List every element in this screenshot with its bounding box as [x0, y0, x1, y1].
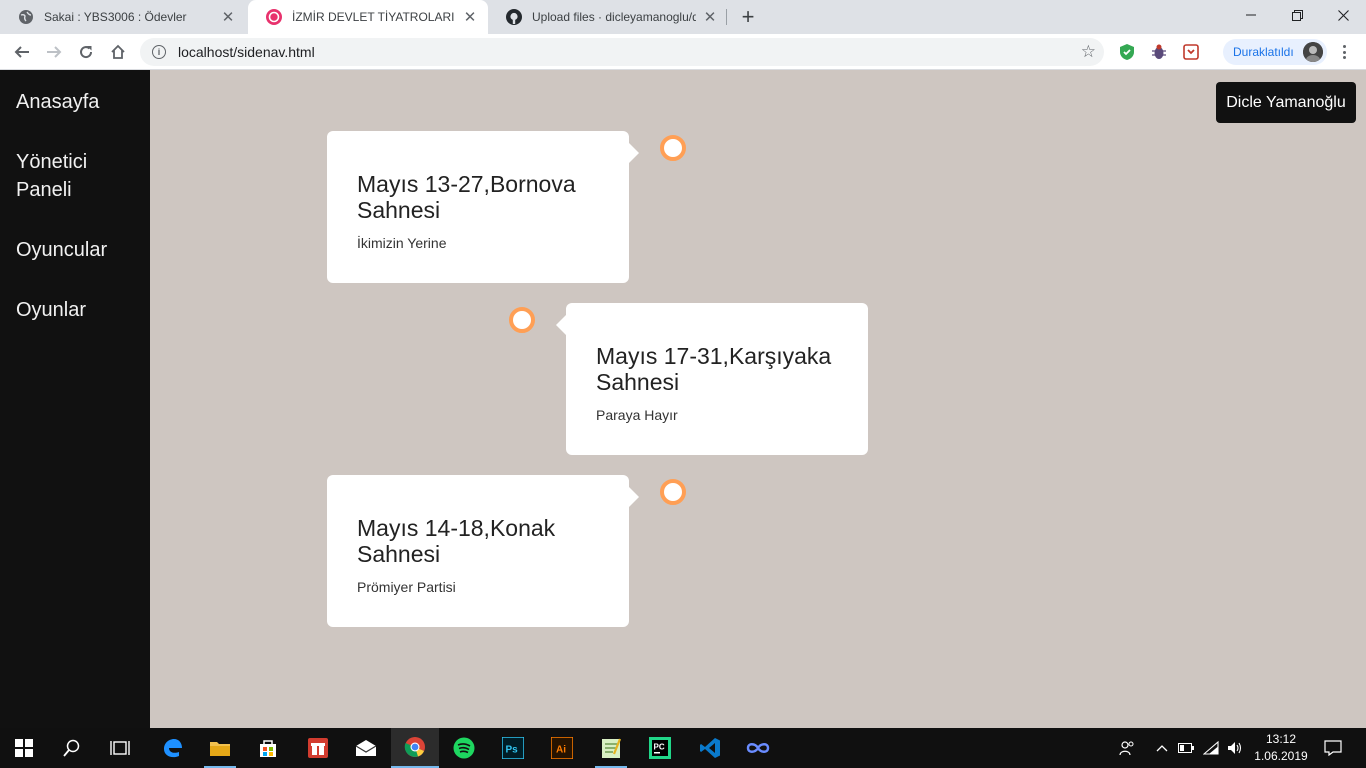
tab-izmir-devlet[interactable]: İZMİR DEVLET TİYATROLARI ✕	[248, 0, 488, 34]
people-icon[interactable]	[1114, 728, 1140, 768]
start-icon[interactable]	[0, 728, 48, 768]
clock-time: 13:12	[1265, 732, 1297, 746]
app-icon[interactable]	[734, 728, 782, 768]
taskbar-clock[interactable]: 13:12 1.06.2019	[1250, 731, 1312, 765]
pycharm-icon[interactable]: PC	[636, 728, 684, 768]
site-logo-icon	[266, 9, 282, 25]
spotify-icon[interactable]	[440, 728, 488, 768]
nav-link-oyunlar[interactable]: Oyunlar	[0, 296, 150, 324]
edge-icon[interactable]	[148, 728, 196, 768]
restore-button[interactable]	[1274, 0, 1320, 30]
avatar	[1303, 42, 1323, 62]
event-play-name: İkimizin Yerine	[357, 235, 447, 251]
globe-icon	[18, 9, 34, 25]
svg-text:Ps: Ps	[506, 745, 519, 756]
chrome-icon[interactable]	[391, 728, 439, 768]
tab-sakai[interactable]: Sakai : YBS3006 : Ödevler ✕	[0, 0, 246, 34]
notepad-icon[interactable]	[587, 728, 635, 768]
url-text: localhost/sidenav.html	[178, 44, 315, 60]
shield-extension-icon[interactable]	[1118, 43, 1136, 61]
volume-icon[interactable]	[1224, 728, 1246, 768]
side-navigation: Anasayfa Yönetici Paneli Oyuncular Oyunl…	[0, 70, 150, 728]
nav-link-yonetici-paneli[interactable]: Yönetici Paneli	[0, 148, 150, 204]
reload-button[interactable]	[74, 40, 98, 64]
browser-toolbar: i localhost/sidenav.html ☆ Duraklatıldı	[0, 34, 1366, 70]
notification-icon[interactable]	[1320, 728, 1346, 768]
close-window-button[interactable]	[1320, 0, 1366, 30]
svg-text:Ai: Ai	[556, 745, 566, 756]
battery-icon[interactable]	[1176, 728, 1196, 768]
close-icon[interactable]: ✕	[220, 9, 236, 26]
bug-extension-icon[interactable]	[1150, 43, 1168, 61]
illustrator-icon[interactable]: Ai	[538, 728, 586, 768]
page-content: Anasayfa Yönetici Paneli Oyuncular Oyunl…	[0, 70, 1366, 728]
gift-icon[interactable]	[294, 728, 342, 768]
timeline-dot	[509, 307, 535, 333]
svg-text:PC: PC	[654, 743, 665, 752]
user-menu-button[interactable]: Dicle Yamanoğlu	[1216, 82, 1356, 123]
search-icon[interactable]	[48, 728, 96, 768]
taskbar: Ps Ai PC 13:12 1.06.2019	[0, 728, 1366, 768]
profile-status: Duraklatıldı	[1233, 45, 1294, 59]
event-title: Mayıs 14-18,Konak Sahnesi	[357, 515, 556, 567]
wifi-icon[interactable]	[1200, 728, 1222, 768]
home-button[interactable]	[106, 40, 130, 64]
clock-date: 1.06.2019	[1254, 749, 1308, 763]
timeline-card: Mayıs 14-18,Konak Sahnesi Prömiyer Parti…	[327, 475, 639, 627]
timeline-card: Mayıs 17-31,Karşıyaka Sahnesi Paraya Hay…	[556, 303, 868, 455]
tab-strip: Sakai : YBS3006 : Ödevler ✕ İZMİR DEVLET…	[0, 0, 1366, 34]
chevron-up-icon[interactable]	[1152, 728, 1172, 768]
timeline-dot	[660, 135, 686, 161]
store-icon[interactable]	[244, 728, 292, 768]
mail-icon[interactable]	[342, 728, 390, 768]
address-bar[interactable]: i localhost/sidenav.html ☆	[140, 38, 1104, 66]
event-play-name: Paraya Hayır	[596, 407, 678, 423]
back-button[interactable]	[10, 40, 34, 64]
profile-button[interactable]: Duraklatıldı	[1223, 39, 1327, 65]
tab-divider	[726, 9, 727, 25]
forward-button[interactable]	[42, 40, 66, 64]
photoshop-icon[interactable]: Ps	[489, 728, 537, 768]
tab-title: Sakai : YBS3006 : Ödevler	[44, 10, 187, 24]
nav-link-anasayfa[interactable]: Anasayfa	[0, 88, 150, 116]
tab-title: Upload files · dicleyamanoglu/dc	[532, 10, 696, 24]
new-tab-button[interactable]: +	[736, 4, 760, 29]
task-view-icon[interactable]	[96, 728, 144, 768]
event-title: Mayıs 13-27,Bornova Sahnesi	[357, 171, 576, 223]
close-icon[interactable]: ✕	[702, 9, 718, 26]
file-explorer-icon[interactable]	[196, 728, 244, 768]
close-icon[interactable]: ✕	[462, 9, 478, 26]
event-title: Mayıs 17-31,Karşıyaka Sahnesi	[596, 343, 832, 395]
minimize-button[interactable]	[1228, 0, 1274, 30]
timeline-card: Mayıs 13-27,Bornova Sahnesi İkimizin Yer…	[327, 131, 639, 283]
nav-link-oyuncular[interactable]: Oyuncular	[0, 236, 150, 264]
timeline-dot	[660, 479, 686, 505]
bookmark-star-icon[interactable]: ☆	[1081, 42, 1096, 62]
event-play-name: Prömiyer Partisi	[357, 579, 456, 595]
tab-github-upload[interactable]: Upload files · dicleyamanoglu/dc ✕	[488, 0, 728, 34]
info-icon[interactable]: i	[152, 45, 166, 59]
github-icon	[506, 9, 522, 25]
vscode-icon[interactable]	[686, 728, 734, 768]
browser-menu-button[interactable]	[1337, 42, 1351, 62]
pocket-extension-icon[interactable]	[1182, 43, 1200, 61]
tab-title: İZMİR DEVLET TİYATROLARI	[292, 10, 455, 24]
